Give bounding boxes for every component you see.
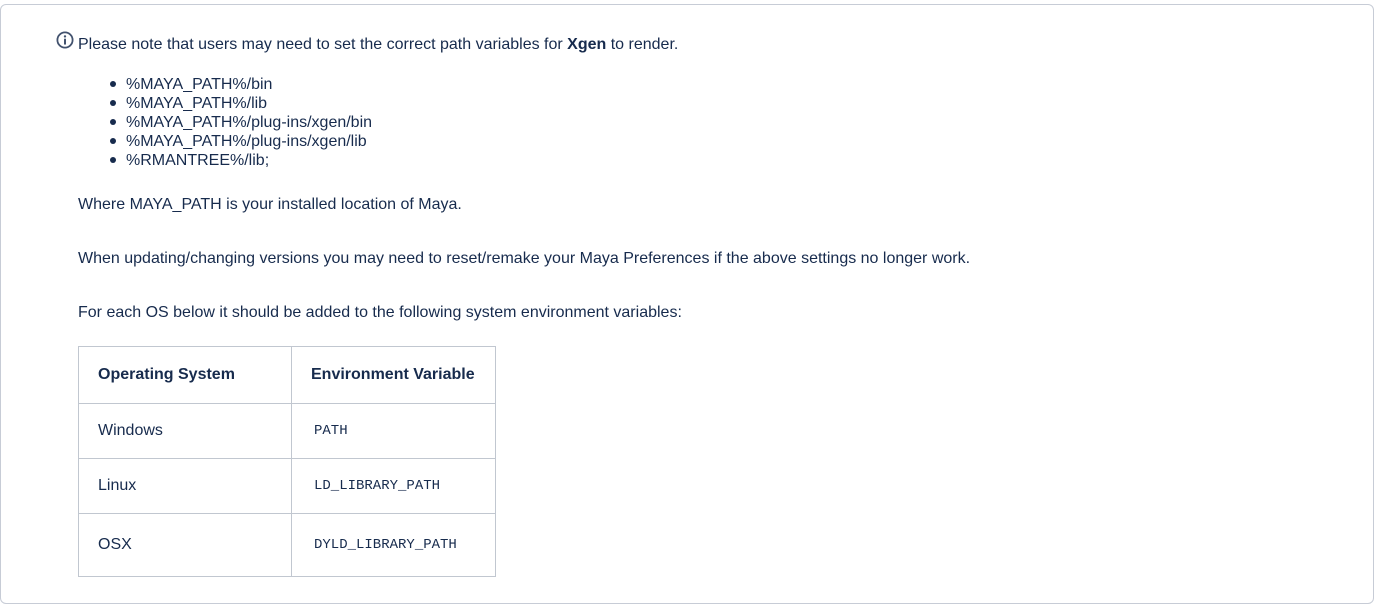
os-cell: OSX — [78, 513, 292, 577]
list-item: %MAYA_PATH%/plug-ins/xgen/bin — [109, 114, 373, 131]
list-item: %MAYA_PATH%/plug-ins/xgen/lib — [109, 132, 372, 151]
path-list: %MAYA_PATH%/bin %MAYA_PATH%/lib %MAYA_PA… — [78, 75, 372, 170]
note-prefix: Please note that users may need to set t… — [78, 36, 568, 53]
list-item: %MAYA_PATH%/bin — [109, 75, 372, 94]
table-header-row: Operating System Environment Variable — [78, 346, 496, 404]
info-icon — [56, 31, 74, 49]
note-text: Please note that users may need to set t… — [78, 35, 678, 55]
info-panel: Please note that users may need to set t… — [0, 4, 1374, 604]
list-item: %RMANTREE%/lib; — [109, 151, 372, 170]
env-variables-table: Operating System Environment Variable Wi… — [78, 346, 496, 577]
para-updating: When updating/changing versions you may … — [78, 250, 971, 267]
table-row: Windows PATH — [78, 403, 496, 459]
env-var-cell: LD_LIBRARY_PATH — [291, 458, 496, 514]
note-bold-xgen: Xgen — [567, 36, 607, 53]
table-row: Linux LD_LIBRARY_PATH — [78, 458, 496, 514]
para-each-os: For each OS below it should be added to … — [78, 304, 682, 321]
header-operating-system: Operating System — [78, 346, 292, 404]
note-suffix: to render. — [606, 36, 679, 53]
os-cell: Windows — [78, 403, 292, 459]
list-item: %MAYA_PATH%/lib — [109, 94, 372, 113]
para-maya-path: Where MAYA_PATH is your installed locati… — [78, 196, 462, 213]
env-var-cell: PATH — [291, 403, 496, 459]
env-var-cell: DYLD_LIBRARY_PATH — [291, 513, 496, 577]
header-environment-variable: Environment Variable — [291, 346, 496, 404]
os-cell: Linux — [78, 458, 292, 514]
table-row: OSX DYLD_LIBRARY_PATH — [78, 513, 496, 577]
